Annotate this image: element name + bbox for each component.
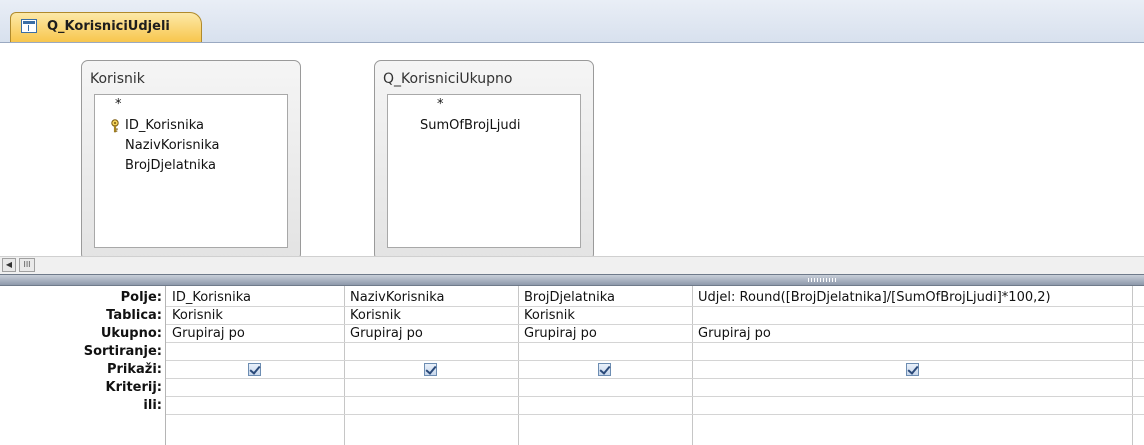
row-label-polje: Polje: [120,290,162,305]
field-item-all[interactable]: * [115,96,122,114]
table-box-title[interactable]: Q_KorisniciUkupno [383,71,512,87]
show-checkbox[interactable] [424,363,437,376]
grid-cells[interactable]: ID_Korisnika Korisnik Grupiraj po NazivK… [165,286,1144,445]
row-divider [166,342,1144,343]
field-item-sum-of-broj-ljudi[interactable]: SumOfBrojLjudi [420,117,520,135]
field-item-all[interactable]: * [437,96,444,114]
grid-cell-field[interactable]: Udjel: Round([BrojDjelatnika]/[SumOfBroj… [698,289,1051,307]
pane-splitter[interactable] [0,274,1144,286]
scroll-thumb[interactable]: III [19,258,35,272]
query-design-area[interactable]: Korisnik * ID_Korisnika NazivKorisnika B… [0,43,1144,261]
field-item-id-korisnika[interactable]: ID_Korisnika [125,117,204,135]
grid-cell-field[interactable]: BrojDjelatnika [524,289,615,307]
field-list[interactable]: * SumOfBrojLjudi [387,94,581,248]
show-checkbox[interactable] [248,363,261,376]
row-label-sortiranje: Sortiranje: [83,344,162,359]
field-item-naziv-korisnika[interactable]: NazivKorisnika [125,137,220,155]
table-box-korisnik[interactable]: Korisnik * ID_Korisnika NazivKorisnika B… [81,60,301,261]
grid-cell-field[interactable]: ID_Korisnika [172,289,251,307]
query-design-grid[interactable]: Polje: Tablica: Ukupno: Sortiranje: Prik… [0,286,1144,445]
grid-cell-table[interactable]: Korisnik [350,307,401,325]
grid-cell-field[interactable]: NazivKorisnika [350,289,445,307]
primary-key-icon [111,119,119,133]
row-label-tablica: Tablica: [106,308,162,323]
row-label-ili: ili: [143,398,162,413]
column-divider[interactable] [1132,286,1133,445]
row-divider [166,396,1144,397]
row-label-kriterij: Kriterij: [105,380,163,395]
grid-cell-total[interactable]: Grupiraj po [524,325,597,343]
column-divider[interactable] [518,286,519,445]
row-divider [166,324,1144,325]
table-box-title[interactable]: Korisnik [90,71,145,87]
scroll-left-button[interactable]: ◀ [2,258,16,272]
grid-cell-total[interactable]: Grupiraj po [698,325,771,343]
grid-cell-table[interactable]: Korisnik [172,307,223,325]
field-list[interactable]: * ID_Korisnika NazivKorisnika BrojDjelat… [94,94,288,248]
grid-row-labels: Polje: Tablica: Ukupno: Sortiranje: Prik… [0,286,164,445]
row-divider [166,378,1144,379]
row-divider [166,414,1144,415]
query-tab-title: Q_KorisniciUdjeli [47,19,170,34]
query-tab[interactable]: Q_KorisniciUdjeli [10,12,202,42]
splitter-grip[interactable] [808,278,838,282]
show-checkbox[interactable] [598,363,611,376]
row-label-ukupno: Ukupno: [100,326,162,341]
field-item-broj-djelatnika[interactable]: BrojDjelatnika [125,157,216,175]
horizontal-scrollbar[interactable]: ◀ III [0,256,1144,274]
column-divider[interactable] [344,286,345,445]
query-icon [21,19,37,33]
document-tab-bar: Q_KorisniciUdjeli [0,0,1144,43]
table-box-q-korisnici-ukupno[interactable]: Q_KorisniciUkupno * SumOfBrojLjudi [374,60,594,261]
show-checkbox[interactable] [906,363,919,376]
row-divider [166,360,1144,361]
row-label-prikazi: Prikaži: [106,362,162,377]
grid-cell-total[interactable]: Grupiraj po [172,325,245,343]
grid-cell-table[interactable]: Korisnik [524,307,575,325]
column-divider[interactable] [692,286,693,445]
grid-cell-total[interactable]: Grupiraj po [350,325,423,343]
